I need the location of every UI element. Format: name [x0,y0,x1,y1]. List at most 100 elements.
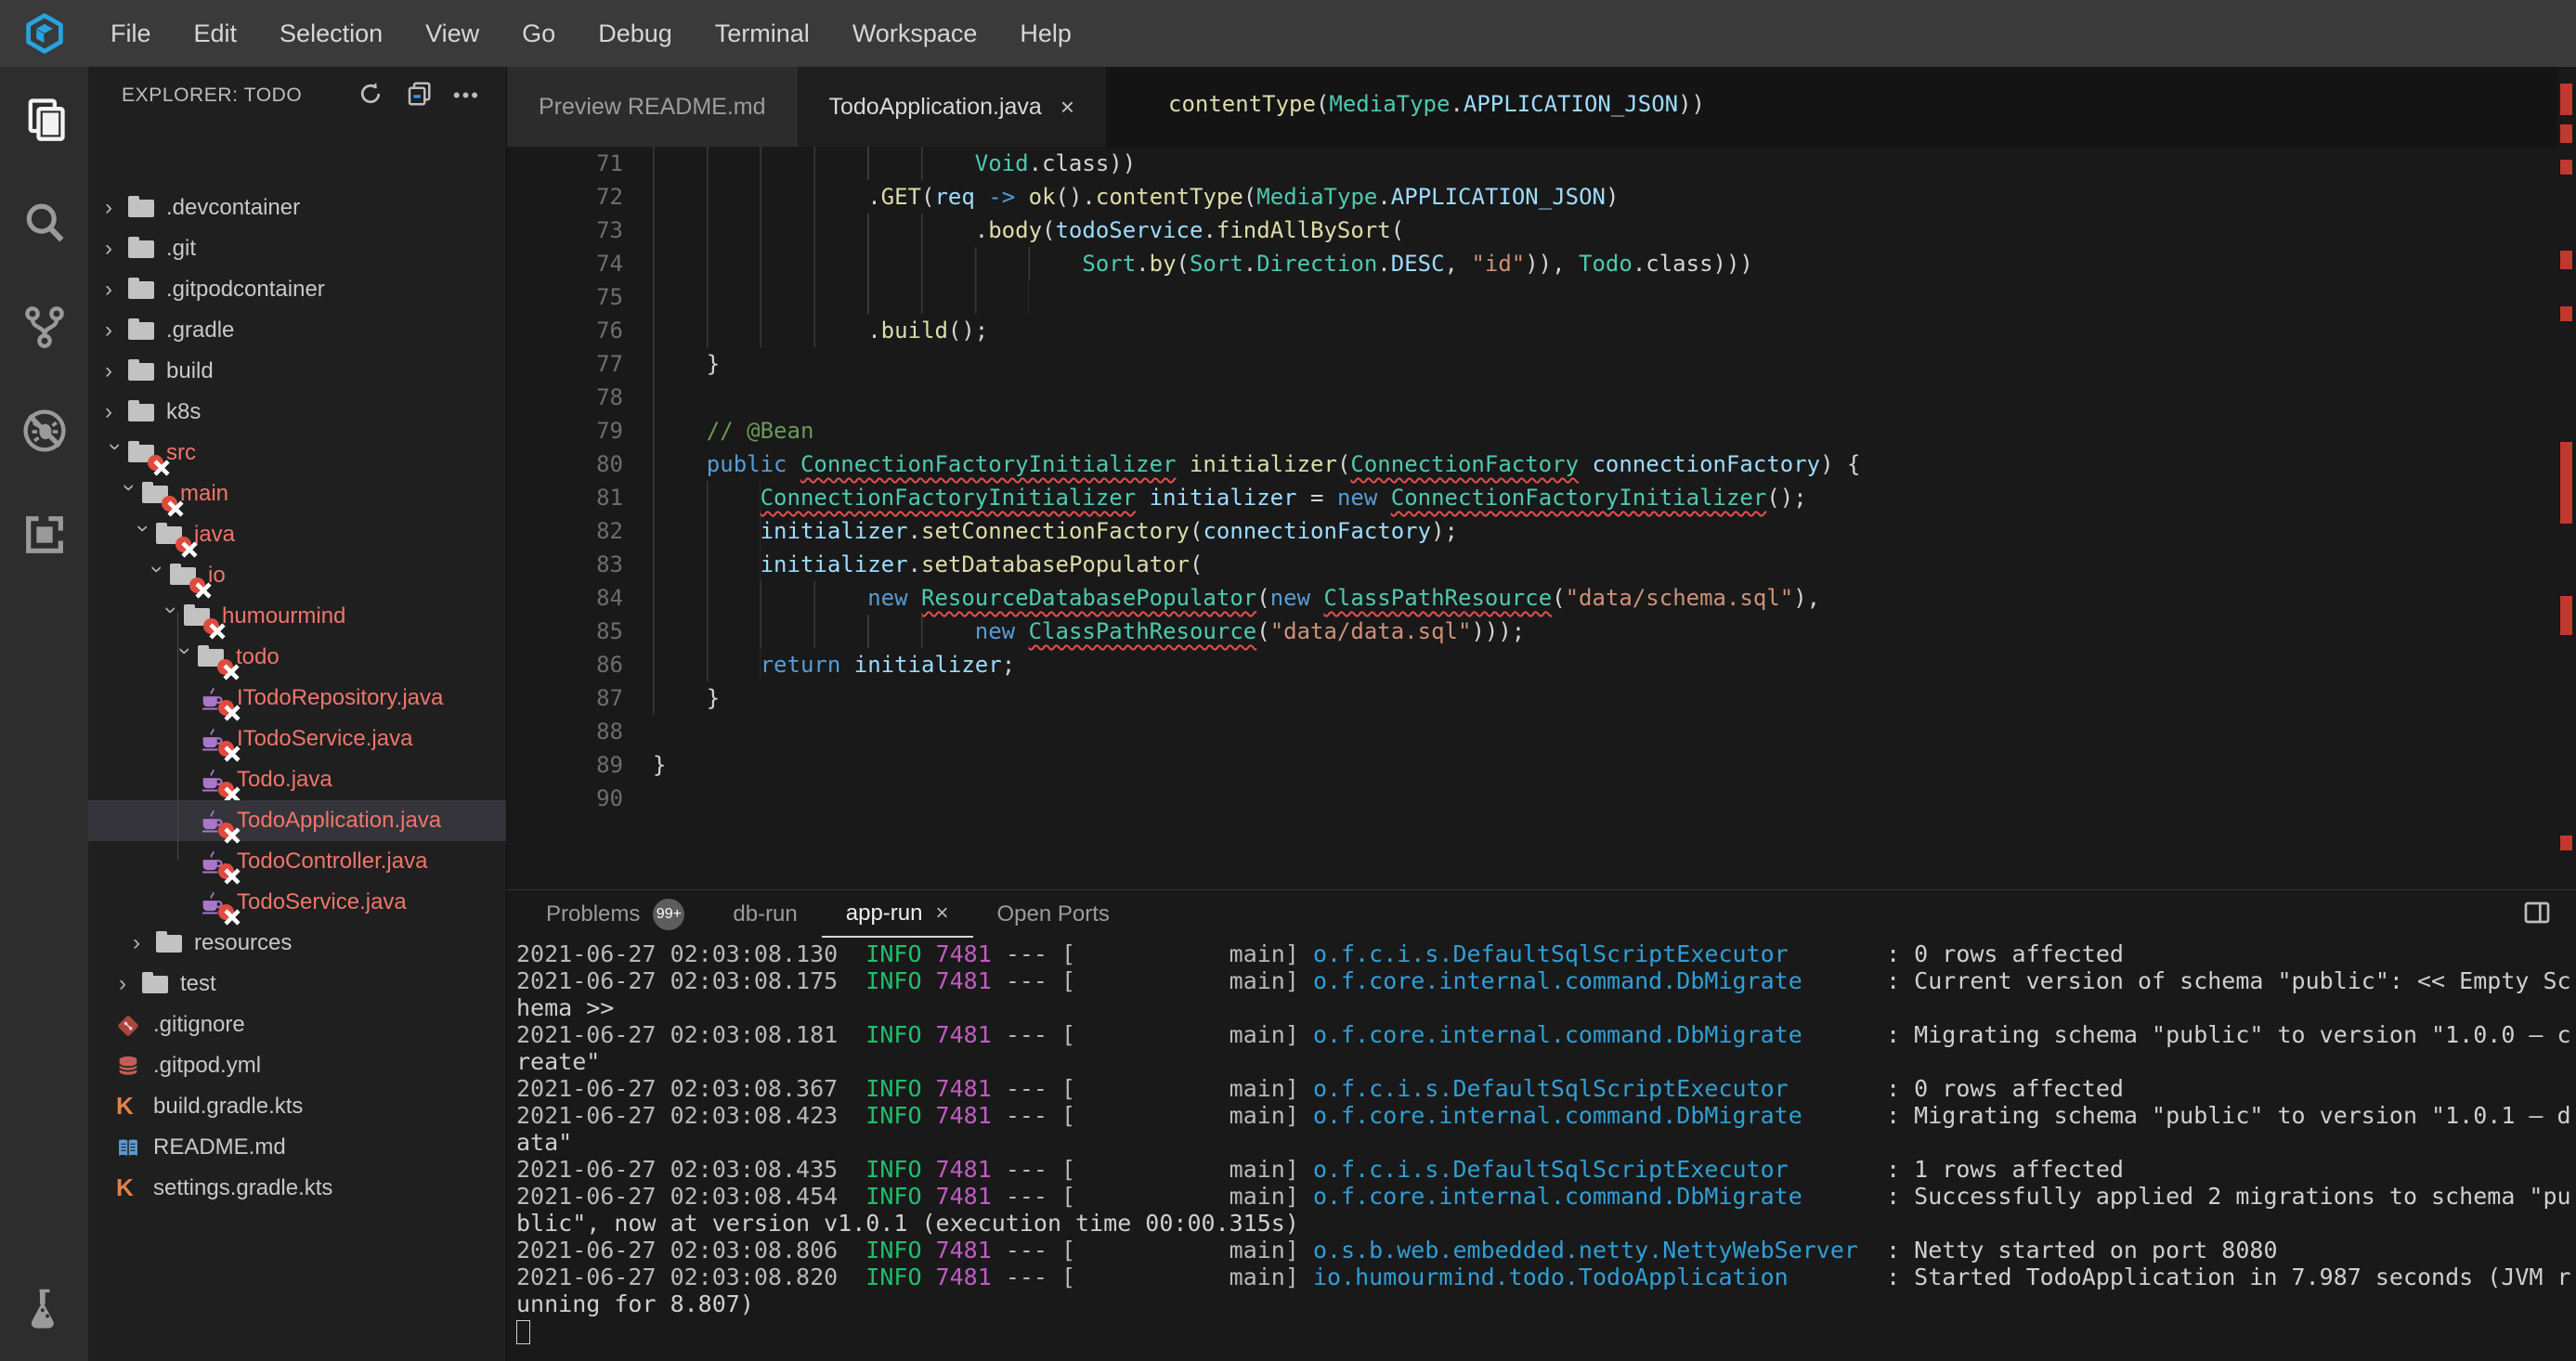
error-mark [2560,160,2572,175]
line-number: 76 [507,314,653,347]
code-token: ), [1793,581,1820,615]
indent-guides [653,447,707,481]
code-line-77: 77} [507,347,2576,381]
chevron-right-icon: › [119,971,141,997]
tree-item-main[interactable]: ›main [88,473,506,514]
tree-item-build[interactable]: ›build [88,351,506,392]
editor-tab-todoapplication-java[interactable]: TodoApplication.java× [798,67,1107,147]
menu-item-edit[interactable]: Edit [173,19,259,48]
code-token: . [867,314,880,347]
line-number: 72 [507,180,653,214]
code-token: } [707,681,720,715]
tree-item-test[interactable]: ›test [88,964,506,1005]
panel-tab-open-ports[interactable]: Open Ports [973,891,1134,938]
tree-item-build-gradle-kts[interactable]: Kbuild.gradle.kts [88,1086,506,1127]
error-mark [2560,124,2572,143]
line-number: 74 [507,247,653,280]
panel-tab-label: app-run [846,901,923,927]
code-token: ClassPathResource [1324,581,1553,615]
tree-item-java[interactable]: ›java [88,514,506,555]
menu-item-help[interactable]: Help [998,19,1093,48]
menu-item-file[interactable]: File [89,19,173,48]
plugin-frame-icon[interactable] [0,483,88,587]
code-token: )), [1525,247,1579,280]
panel-tab-app-run[interactable]: app-run × [822,891,973,938]
panel-tab-db-run[interactable]: db-run [709,891,821,938]
tree-item--gitpodcontainer[interactable]: ›.gitpodcontainer [88,269,506,310]
code-token: ( [1190,548,1203,581]
refresh-icon[interactable] [357,80,384,112]
editor-tab-preview-readme-md[interactable]: Preview README.md [507,67,798,147]
line-number: 88 [507,715,653,748]
search-icon[interactable] [0,171,88,275]
source-control-icon[interactable] [0,275,88,379]
tree-item-label: Todo.java [237,767,332,793]
tree-item--git[interactable]: ›.git [88,228,506,269]
code-editor[interactable]: 71Void.class))72.GET(req -> ok().content… [507,147,2576,889]
tree-item--gitpod-yml[interactable]: .gitpod.yml [88,1045,506,1086]
debug-off-icon[interactable] [0,379,88,483]
more-actions-icon[interactable]: ••• [453,84,480,108]
code-token: } [707,347,720,381]
panel-tab-label: db-run [733,901,797,927]
tree-item-resources[interactable]: ›resources [88,923,506,964]
log-wrap-line: ata" [516,1129,2570,1156]
tree-item-k8s[interactable]: ›k8s [88,392,506,433]
tree-item-label: build.gradle.kts [153,1094,303,1120]
git-file-icon [114,1013,144,1037]
chevron-right-icon: › [105,399,127,425]
menu-item-view[interactable]: View [404,19,501,48]
code-token: by [1150,247,1177,280]
tree-item-settings-gradle-kts[interactable]: Ksettings.gradle.kts [88,1168,506,1209]
tree-item-itodoservice-java[interactable]: ITodoService.java [88,719,506,759]
error-badge-icon [218,863,234,879]
overview-ruler-scrollbar[interactable] [2557,67,2576,889]
tree-item--devcontainer[interactable]: ›.devcontainer [88,188,506,228]
tree-item-io[interactable]: ›io [88,555,506,596]
tree-item-humourmind[interactable]: ›humourmind [88,596,506,637]
menu-item-go[interactable]: Go [501,19,577,48]
menu-item-workspace[interactable]: Workspace [831,19,999,48]
indent-guides [653,615,975,648]
test-flask-icon[interactable] [0,1257,88,1361]
line-number: 79 [507,414,653,447]
code-token: ClassPathResource [1029,615,1257,648]
tree-item-itodorepository-java[interactable]: ITodoRepository.java [88,678,506,719]
code-token: initializer [1190,447,1337,481]
code-token [1015,180,1028,214]
files-icon[interactable] [0,67,88,171]
terminal-output[interactable]: 2021-06-27 02:03:08.130 INFO 7481 --- [ … [516,940,2570,1356]
code-line-89: 89} [507,748,2576,782]
close-tab-icon[interactable]: × [1060,93,1074,122]
menu-item-selection[interactable]: Selection [258,19,404,48]
log-line: 2021-06-27 02:03:08.130 INFO 7481 --- [ … [516,940,2570,967]
toggle-panel-layout-icon[interactable] [2522,915,2552,931]
java-file-icon [198,686,228,710]
tree-item--gitignore[interactable]: .gitignore [88,1005,506,1045]
menu-item-debug[interactable]: Debug [577,19,694,48]
error-mark [2560,306,2572,321]
collapse-folders-icon[interactable] [405,80,433,112]
tree-item-todo-java[interactable]: Todo.java [88,759,506,800]
tree-item--gradle[interactable]: ›.gradle [88,310,506,351]
indent-guides [653,648,761,681]
menu-item-terminal[interactable]: Terminal [694,19,831,48]
panel-actions [2522,898,2576,932]
panel-tab-problems[interactable]: Problems99+ [522,891,709,938]
close-tab-icon[interactable]: × [935,901,948,927]
tree-item-src[interactable]: ›src [88,433,506,473]
tree-item-todoapplication-java[interactable]: TodoApplication.java [88,800,506,841]
code-line-86: 86return initializer; [507,648,2576,681]
indent-guides [653,381,707,414]
code-token: ConnectionFactory [1350,447,1579,481]
tree-item-readme-md[interactable]: README.md [88,1127,506,1168]
error-mark [2560,84,2572,115]
code-line-73: 73.body(todoService.findAllBySort( [507,214,2576,247]
gitpod-logo-icon [0,0,89,67]
code-token [840,648,853,681]
tree-item-todocontroller-java[interactable]: TodoController.java [88,841,506,882]
code-token: ( [1042,214,1055,247]
tree-item-todoservice-java[interactable]: TodoService.java [88,882,506,923]
chevron-down-icon: › [116,484,142,506]
tree-item-todo[interactable]: ›todo [88,637,506,678]
